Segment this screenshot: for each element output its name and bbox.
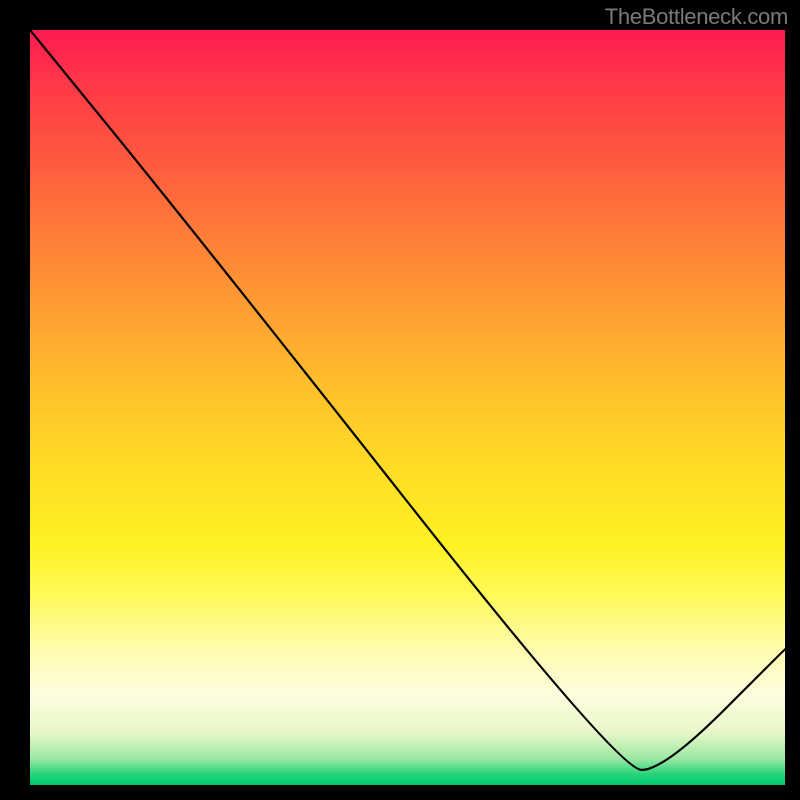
watermark-text: TheBottleneck.com — [605, 4, 788, 30]
bottleneck-curve — [30, 30, 785, 785]
curve-path — [30, 30, 785, 770]
chart-plot-area — [30, 30, 785, 785]
